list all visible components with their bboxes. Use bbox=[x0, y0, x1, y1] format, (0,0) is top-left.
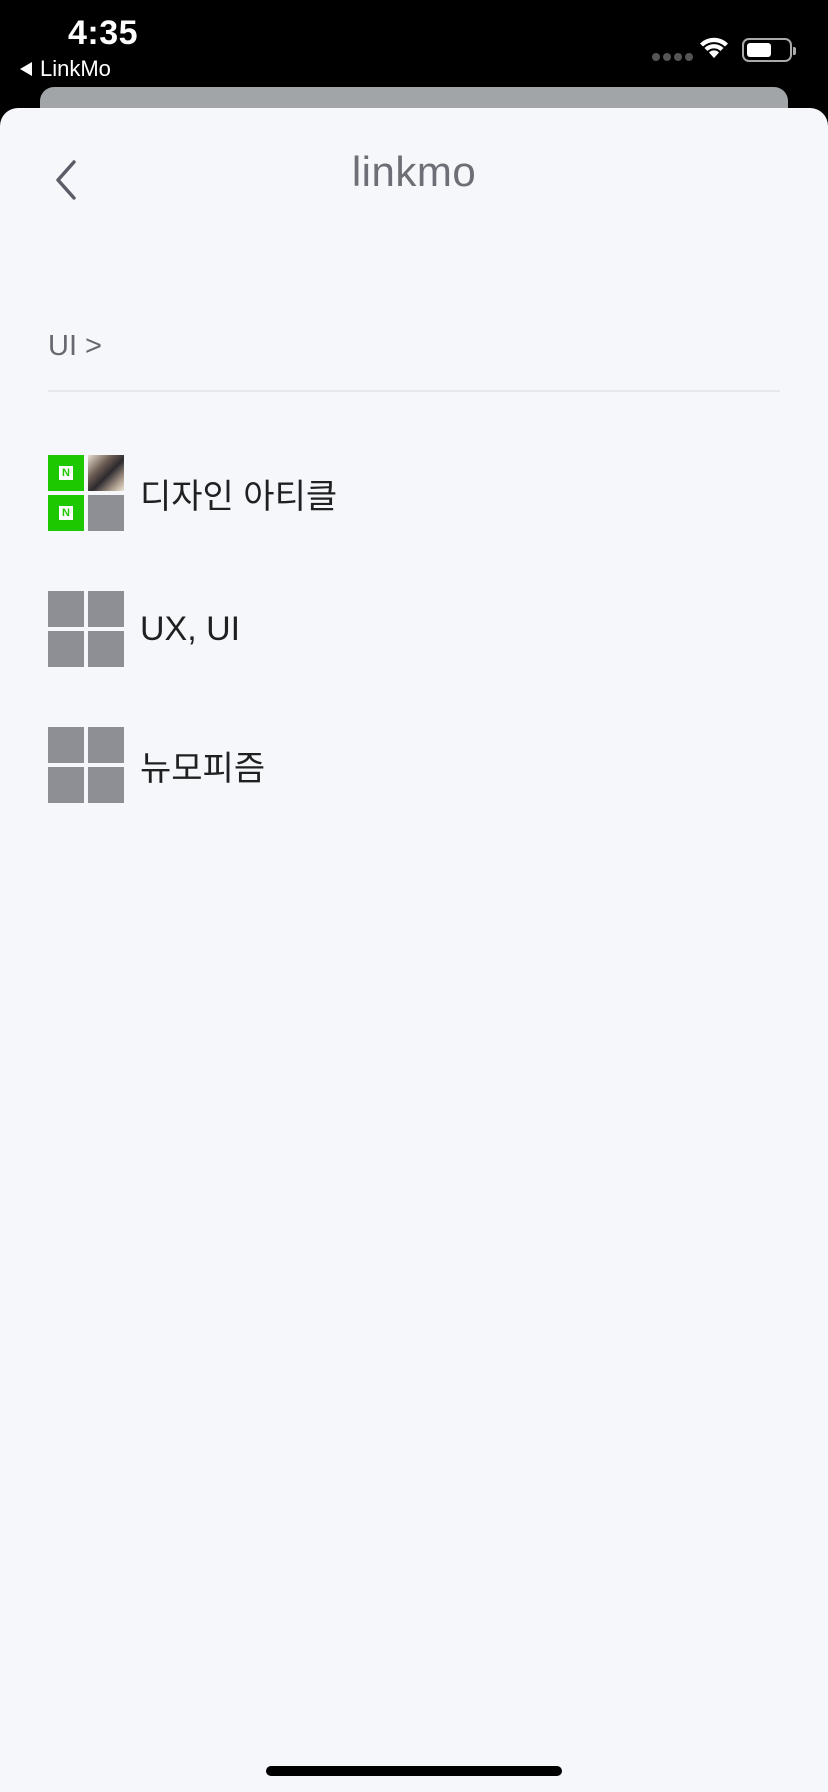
thumbnail-placeholder bbox=[48, 727, 84, 763]
thumbnail-placeholder bbox=[48, 631, 84, 667]
folder-label: 디자인 아티클 bbox=[140, 477, 338, 516]
folder-item[interactable]: N N 디자인 아티클 bbox=[48, 455, 780, 531]
folder-item[interactable]: 뉴모피즘 bbox=[48, 727, 780, 803]
battery-icon bbox=[742, 38, 796, 62]
thumbnail-placeholder bbox=[88, 495, 124, 531]
thumbnail-placeholder bbox=[48, 767, 84, 803]
folder-label: 뉴모피즘 bbox=[140, 749, 266, 788]
naver-logo-icon: N bbox=[48, 495, 84, 531]
naver-logo-icon: N bbox=[48, 455, 84, 491]
thumbnail-placeholder bbox=[48, 591, 84, 627]
folder-thumbnail: N N bbox=[48, 455, 124, 531]
thumbnail-placeholder bbox=[88, 727, 124, 763]
thumbnail-placeholder bbox=[88, 767, 124, 803]
folder-item[interactable]: UX, UI bbox=[48, 591, 780, 667]
thumbnail-placeholder bbox=[88, 631, 124, 667]
back-to-app-link[interactable]: LinkMo bbox=[20, 56, 111, 82]
divider bbox=[48, 390, 780, 392]
folder-thumbnail bbox=[48, 727, 124, 803]
nav-title: linkmo bbox=[351, 148, 477, 195]
breadcrumb[interactable]: UI > bbox=[48, 330, 102, 363]
cellular-signal-icon bbox=[652, 53, 693, 61]
back-triangle-icon bbox=[20, 62, 32, 76]
main-sheet: linkmo UI > N N 디자인 아티클 UX, UI 뉴모피즘 bbox=[0, 108, 828, 1792]
back-to-app-label: LinkMo bbox=[40, 56, 111, 81]
thumbnail-photo bbox=[88, 455, 124, 491]
home-indicator[interactable] bbox=[266, 1766, 562, 1776]
folder-thumbnail bbox=[48, 591, 124, 667]
status-time: 4:35 bbox=[68, 14, 139, 52]
wifi-icon bbox=[700, 37, 728, 58]
thumbnail-placeholder bbox=[88, 591, 124, 627]
folder-label: UX, UI bbox=[140, 609, 241, 648]
